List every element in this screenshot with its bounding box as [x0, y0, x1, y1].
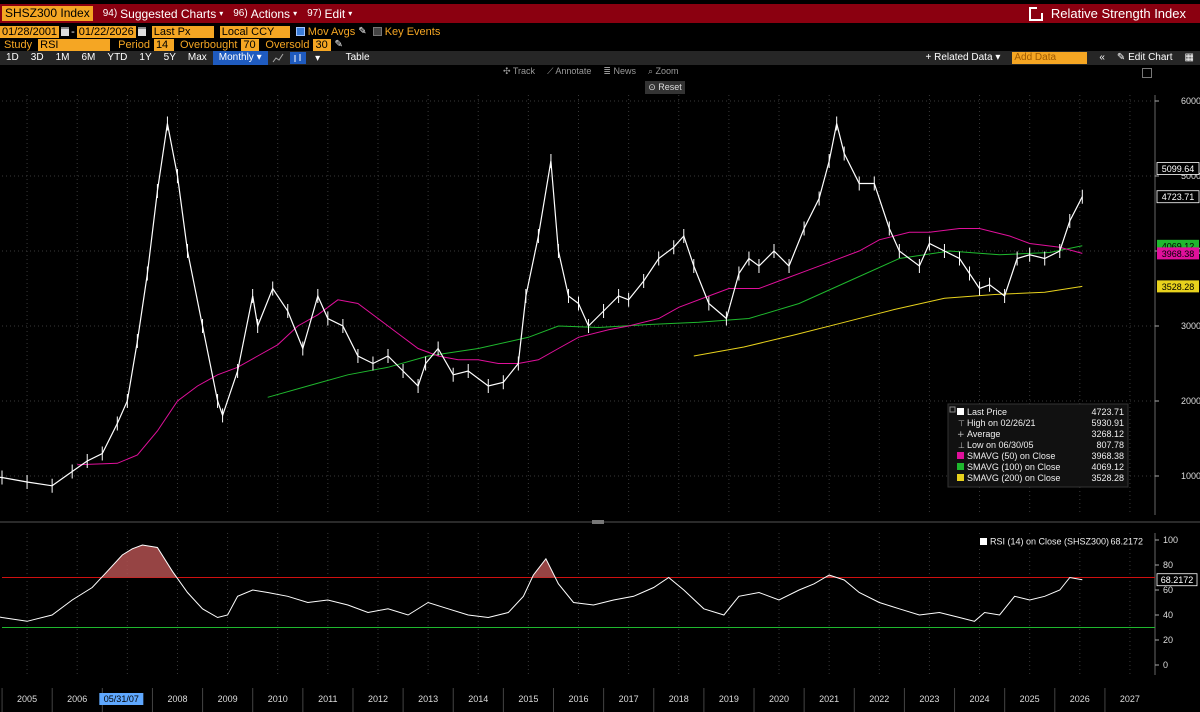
rsi-value-label: 68.2172 — [1161, 575, 1194, 585]
rsi-legend-swatch — [980, 538, 987, 545]
x-axis-label: 2006 — [67, 694, 87, 704]
rsi-axis-tick-label: 80 — [1163, 560, 1173, 570]
legend-label: Average — [967, 429, 1000, 439]
x-axis-label: 2013 — [418, 694, 438, 704]
x-axis: 2005 2006 05/31/07 2008 2009 2010 2011 2012 2013… — [0, 688, 1200, 712]
low-marker-icon: ⊥ — [958, 441, 965, 450]
rsi-axis-tick-label: 40 — [1163, 610, 1173, 620]
legend-label: SMAVG (200) on Close — [967, 473, 1060, 483]
price-axis-tick-label: 3000 — [1181, 321, 1200, 331]
right-value-label: 4723.71 — [1162, 192, 1195, 202]
legend-value: 4069.12 — [1091, 462, 1124, 472]
legend-value: 3968.38 — [1091, 451, 1124, 461]
price-axis-tick-label: 6000 — [1181, 96, 1200, 106]
legend-value: 807.78 — [1096, 440, 1124, 450]
high-marker-icon: ⊤ — [958, 419, 965, 428]
rsi-axis-tick-label: 20 — [1163, 635, 1173, 645]
x-axis-label: 2008 — [167, 694, 187, 704]
legend-swatch — [957, 474, 964, 481]
chart-canvas[interactable]: 1000200030004000500060002005200605/31/07… — [0, 0, 1200, 712]
sma200-series-line — [693, 285, 1083, 357]
x-axis-label: 2017 — [619, 694, 639, 704]
average-marker-icon: + — [957, 430, 965, 440]
x-axis-label: 2012 — [368, 694, 388, 704]
right-value-labels: 5099.644723.714069.123968.383528.28 — [1156, 162, 1200, 293]
x-axis-label: 2022 — [869, 694, 889, 704]
x-axis-label: 2021 — [819, 694, 839, 704]
price-bars — [1, 116, 1083, 493]
x-axis-label: 2016 — [568, 694, 588, 704]
legend-value: 4723.71 — [1091, 407, 1124, 417]
sma100-series-line — [267, 245, 1083, 398]
rsi-axis-tick-label: 60 — [1163, 585, 1173, 595]
rsi-legend-label: RSI (14) on Close (SHSZ300) — [990, 537, 1109, 547]
legend-value: 3268.12 — [1091, 429, 1124, 439]
x-axis-label: 2026 — [1070, 694, 1090, 704]
x-axis-label: 2020 — [769, 694, 789, 704]
legend-swatch — [957, 452, 964, 459]
legend-swatch — [957, 408, 964, 415]
legend-value: 5930.91 — [1091, 418, 1124, 428]
x-axis-label: 2009 — [218, 694, 238, 704]
legend-label: Last Price — [967, 407, 1007, 417]
legend-label: High on 02/26/21 — [967, 418, 1036, 428]
price-axis-tick-label: 1000 — [1181, 471, 1200, 481]
legend-label: SMAVG (100) on Close — [967, 462, 1060, 472]
x-cursor-label: 05/31/07 — [104, 694, 139, 704]
x-axis-label: 2011 — [318, 694, 337, 704]
legend-label: SMAVG (50) on Close — [967, 451, 1055, 461]
legend-value: 3528.28 — [1091, 473, 1124, 483]
x-axis-label: 2027 — [1120, 694, 1140, 704]
x-axis-label: 2014 — [468, 694, 488, 704]
right-value-label: 3968.38 — [1162, 249, 1195, 259]
rsi-axis-tick-label: 0 — [1163, 660, 1168, 670]
legend-swatch — [957, 463, 964, 470]
price-series-line — [0, 123, 1083, 487]
rsi-legend-value: 68.2172 — [1110, 537, 1143, 547]
price-axis-tick-label: 2000 — [1181, 396, 1200, 406]
right-value-label: 5099.64 — [1162, 164, 1195, 174]
x-axis-label: 2010 — [268, 694, 288, 704]
pane-resize-handle — [592, 520, 604, 524]
right-value-label: 3528.28 — [1162, 282, 1195, 292]
x-axis-label: 2023 — [919, 694, 939, 704]
x-axis-label: 2019 — [719, 694, 739, 704]
rsi-axis-tick-label: 100 — [1163, 535, 1178, 545]
x-axis-label: 2025 — [1020, 694, 1040, 704]
x-axis-label: 2024 — [970, 694, 990, 704]
legend-label: Low on 06/30/05 — [967, 440, 1034, 450]
price-legend: Last Price 4723.71 ⊤ High on 02/26/21 5930.9… — [947, 403, 1129, 488]
x-axis-label: 2015 — [518, 694, 538, 704]
rsi-pane: 020406080100RSI (14) on Close (SHSZ300) 6… — [0, 535, 1198, 670]
x-axis-label: 2018 — [669, 694, 689, 704]
x-axis-label: 2005 — [17, 694, 37, 704]
